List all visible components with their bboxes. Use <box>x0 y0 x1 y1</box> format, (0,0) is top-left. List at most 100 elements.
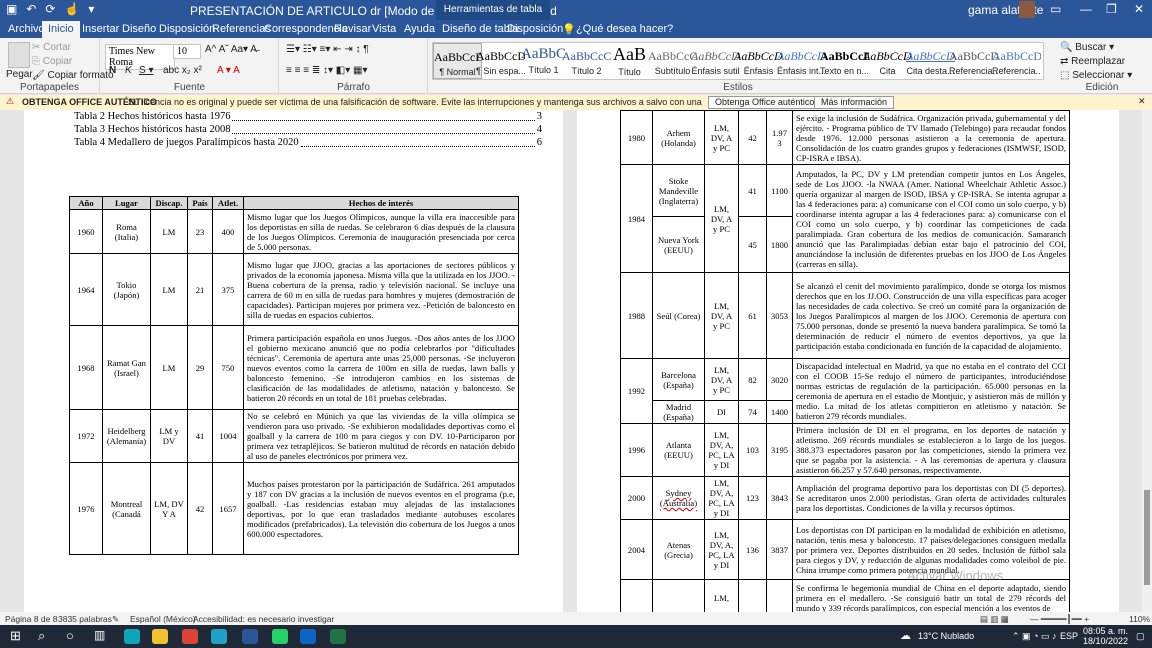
font-size-select[interactable]: 10 <box>173 44 201 59</box>
cell-athletes[interactable]: 3195 <box>766 423 793 477</box>
cell-athletes[interactable]: 1800 <box>766 216 793 273</box>
cell-place[interactable]: Madrid (España) <box>652 400 705 424</box>
cell-facts[interactable]: Se confirma le hegemonía mundial de Chin… <box>792 579 1070 612</box>
cell-athletes[interactable]: 3020 <box>766 358 793 401</box>
cell-year[interactable]: 1988 <box>620 272 653 359</box>
windows-start-icon[interactable]: ⊞ <box>10 628 21 644</box>
cell-facts[interactable]: Primera participación española en unos J… <box>243 325 519 410</box>
cell-year[interactable] <box>620 579 653 612</box>
style-enfasis[interactable]: AaBbCcDc Énfasis <box>734 43 783 79</box>
more-info-button[interactable]: Más información <box>814 96 895 109</box>
style-enfasis-intenso[interactable]: AaBbCcDc Énfasis int... <box>777 43 826 79</box>
ribbon-display-icon[interactable]: ▭ <box>1050 2 1061 16</box>
cell-disc[interactable]: LM <box>150 253 188 326</box>
cell-year[interactable]: 2004 <box>620 519 653 580</box>
cell-place[interactable]: Nueva York (EEUU) <box>652 216 705 273</box>
file-explorer-icon[interactable] <box>152 629 168 644</box>
cell-place[interactable]: Arhem (Holanda) <box>652 110 705 165</box>
clock-time[interactable]: 08:05 a. m. <box>1083 626 1128 636</box>
cell-disc[interactable]: LM, DV Y A <box>150 462 188 555</box>
cell-country[interactable]: 42 <box>187 462 213 555</box>
cell-disc[interactable]: LM <box>150 209 188 254</box>
edge-icon[interactable] <box>124 629 140 644</box>
zoom-level[interactable]: 110% <box>1129 614 1150 624</box>
tab-ayuda[interactable]: Ayuda <box>404 23 435 35</box>
style-normal[interactable]: AaBbCcDc¶ Normal <box>433 43 482 79</box>
cell-facts[interactable]: Mismo lugar que JJOO, gracias a las apor… <box>243 253 519 326</box>
avatar[interactable] <box>1019 1 1035 18</box>
cell-disc[interactable]: LM, DV, A, PC, LA y DI <box>704 423 739 477</box>
cell-country[interactable]: 21 <box>187 253 213 326</box>
cell-disc[interactable]: LM, DV, A, PC, LA y DI <box>704 476 739 520</box>
touch-mode-icon[interactable]: ☝ <box>64 2 79 16</box>
tab-referencias[interactable]: Referencias <box>212 23 271 35</box>
page-left[interactable]: Tabla 2 Hechos históricos hasta 1976 3 Ta… <box>24 110 563 612</box>
cell-athletes[interactable] <box>766 579 793 612</box>
refresh-icon[interactable]: ⟳ <box>45 2 55 16</box>
style-titulo-2[interactable]: AaBbCcC Título 2 <box>562 43 611 79</box>
cell-country[interactable]: 123 <box>738 476 767 520</box>
style-referencia-intensa[interactable]: AaBbCcDcReferencia... <box>992 43 1041 79</box>
notifications-icon[interactable]: ▢ <box>1136 631 1145 642</box>
cell-athletes[interactable]: 1004 <box>212 409 244 463</box>
excel-icon[interactable] <box>330 629 346 644</box>
word-count[interactable]: 3835 palabras <box>58 614 112 624</box>
select-button[interactable]: ⬚ Seleccionar ▾ <box>1060 70 1132 81</box>
cell-athletes[interactable]: 1.97 3 <box>766 110 793 165</box>
toc-entry[interactable]: Tabla 4 Medallero de juegos Paralímpicos… <box>74 137 542 150</box>
cell-place[interactable] <box>652 579 705 612</box>
cell-disc[interactable]: LM, DV, A y PC <box>704 110 739 165</box>
cell-country[interactable]: 23 <box>187 209 213 254</box>
cell-athletes[interactable]: 3053 <box>766 272 793 359</box>
cell-disc[interactable]: LM, DV, A, PC, LA y DI <box>704 519 739 580</box>
cell-facts[interactable]: Discapacidad intelectual en Madrid, ya q… <box>792 358 1070 424</box>
cell-disc[interactable]: LM, DV, A y PC <box>704 164 739 273</box>
paste-icon[interactable] <box>8 42 30 68</box>
view-buttons[interactable]: ▤ ▥ ▦ <box>980 614 1009 625</box>
cell-place[interactable]: Barcelona (España) <box>652 358 705 401</box>
list-buttons[interactable]: ☰▾ ☷▾ ≡▾ ⇤ ⇥ ↕ ¶ <box>286 44 369 55</box>
cell-disc[interactable]: LM y DV <box>150 409 188 463</box>
tab-revisar[interactable]: Revisar <box>334 23 371 35</box>
cell-athletes[interactable]: 400 <box>212 209 244 254</box>
whatsapp-icon[interactable] <box>272 629 288 644</box>
cell-year[interactable]: 1996 <box>620 423 653 477</box>
find-button[interactable]: 🔍 Buscar ▾ <box>1060 42 1114 53</box>
tab-insertar[interactable]: Insertar <box>82 23 119 35</box>
close-icon[interactable]: ✕ <box>1134 2 1144 16</box>
cell-country[interactable] <box>738 579 767 612</box>
cell-disc[interactable]: LM, DV, A y PC <box>704 272 739 359</box>
tab-inicio[interactable]: Inicio <box>42 21 80 38</box>
cell-year[interactable]: 1976 <box>69 462 103 555</box>
weather-text[interactable]: 13°C Nublado <box>918 631 974 641</box>
replace-button[interactable]: ⇄ Reemplazar <box>1060 56 1125 67</box>
font-size-controls[interactable]: A^ Aˇ Aa▾ A̶ <box>205 44 257 55</box>
cell-place[interactable]: Roma (Italia) <box>102 209 151 254</box>
cell-athletes[interactable]: 1100 <box>766 164 793 217</box>
cell-athletes[interactable]: 3843 <box>766 476 793 520</box>
cell-year[interactable]: 1980 <box>620 110 653 165</box>
style-enfasis-sutil[interactable]: AaBbCcDc Énfasis sutil <box>691 43 740 79</box>
cortana-icon[interactable]: ○ <box>66 628 74 643</box>
page-right[interactable]: 1980 Arhem (Holanda) LM, DV, A y PC 42 1… <box>577 110 1119 612</box>
cell-year[interactable]: 2000 <box>620 476 653 520</box>
cell-place[interactable]: Sydney (Australia) <box>652 476 705 520</box>
cell-country[interactable]: 61 <box>738 272 767 359</box>
cell-disc[interactable]: DI <box>704 400 739 424</box>
text-effects-buttons[interactable]: abc x₂ x² <box>163 65 202 76</box>
cell-year[interactable]: 1964 <box>69 253 103 326</box>
cell-country[interactable]: 41 <box>738 164 767 217</box>
cell-year[interactable]: 1972 <box>69 409 103 463</box>
cut-button[interactable]: ✂ Cortar <box>32 42 71 53</box>
scrollbar-thumb[interactable] <box>1144 490 1150 585</box>
teams-icon[interactable] <box>300 629 316 644</box>
chrome-icon[interactable] <box>182 629 198 644</box>
cell-place[interactable]: Stoke Mandeville (Inglaterra) <box>652 164 705 217</box>
cell-disc[interactable]: LM <box>150 325 188 410</box>
toc-entry[interactable]: Tabla 2 Hechos históricos hasta 1976 3 <box>74 111 542 124</box>
tab-disposicion-tabla[interactable]: Disposición <box>507 23 563 35</box>
tab-vista[interactable]: Vista <box>372 23 396 35</box>
underline-button[interactable]: S ▾ <box>139 65 153 76</box>
style-referencia-sutil[interactable]: AaBbCcDcReferencia... <box>949 43 998 79</box>
cell-place[interactable]: Atenas (Grecia) <box>652 519 705 580</box>
